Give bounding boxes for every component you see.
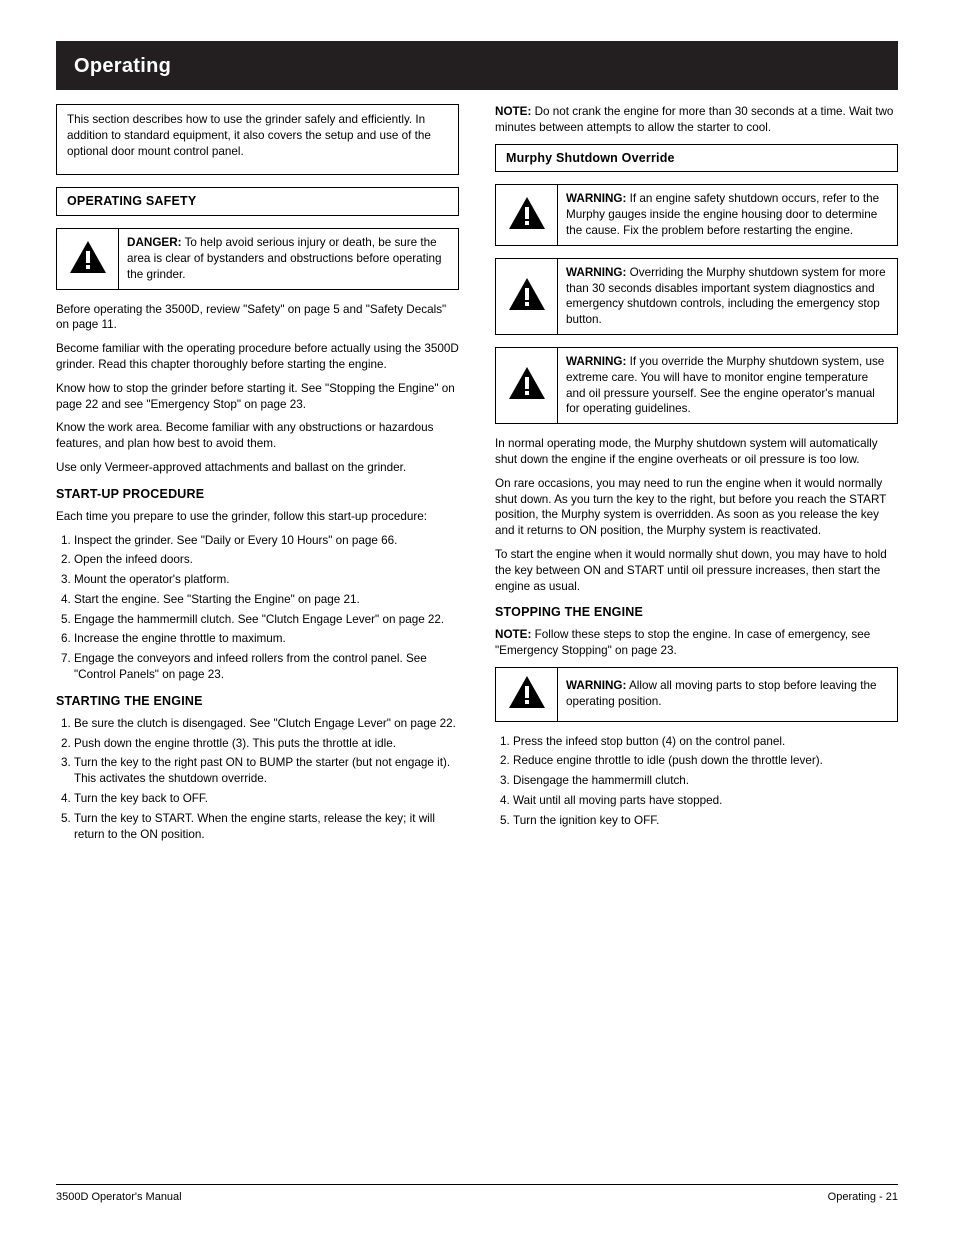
safety-p3: Know how to stop the grinder before star… bbox=[56, 381, 459, 413]
list-item: Inspect the grinder. See "Daily or Every… bbox=[74, 533, 459, 549]
safety-p1: Before operating the 3500D, review "Safe… bbox=[56, 302, 459, 334]
warning-keyword: WARNING: bbox=[566, 266, 626, 279]
list-item: Press the infeed stop button (4) on the … bbox=[513, 734, 898, 750]
warning-text-cell: WARNING: If you override the Murphy shut… bbox=[558, 348, 898, 424]
danger-text-cell: DANGER: To help avoid serious injury or … bbox=[119, 229, 459, 289]
right-column: NOTE: Do not crank the engine for more t… bbox=[495, 104, 898, 848]
warning-text-cell: WARNING: Allow all moving parts to stop … bbox=[558, 667, 898, 721]
list-item: Engage the hammermill clutch. See "Clutc… bbox=[74, 612, 459, 628]
alert-icon bbox=[507, 195, 547, 231]
warning-text-cell: WARNING: If an engine safety shutdown oc… bbox=[558, 185, 898, 245]
alert-icon-cell bbox=[496, 348, 558, 424]
section-banner: Operating bbox=[56, 41, 898, 90]
alert-icon-cell bbox=[496, 667, 558, 721]
operating-safety-title: OPERATING SAFETY bbox=[67, 194, 196, 208]
alert-icon-cell bbox=[496, 258, 558, 334]
list-item: Be sure the clutch is disengaged. See "C… bbox=[74, 716, 459, 732]
warning-callout-2: WARNING: Overriding the Murphy shutdown … bbox=[495, 258, 898, 335]
list-item: Reduce engine throttle to idle (push dow… bbox=[513, 753, 898, 769]
alert-icon-cell bbox=[496, 185, 558, 245]
safety-p4: Know the work area. Become familiar with… bbox=[56, 420, 459, 452]
startup-title: START-UP PROCEDURE bbox=[56, 486, 459, 503]
note-kw: NOTE: bbox=[495, 105, 531, 118]
safety-p2: Become familiar with the operating proce… bbox=[56, 341, 459, 373]
warning-keyword: WARNING: bbox=[566, 679, 626, 692]
safety-p5: Use only Vermeer-approved attachments an… bbox=[56, 460, 459, 476]
note-text: Follow these steps to stop the engine. I… bbox=[495, 628, 870, 657]
murphy-p1: In normal operating mode, the Murphy shu… bbox=[495, 436, 898, 468]
note-kw: NOTE: bbox=[495, 628, 531, 641]
list-item: Wait until all moving parts have stopped… bbox=[513, 793, 898, 809]
startup-steps: Inspect the grinder. See "Daily or Every… bbox=[74, 533, 459, 683]
list-item: Increase the engine throttle to maximum. bbox=[74, 631, 459, 647]
page-footer: 3500D Operator's Manual Operating - 21 bbox=[56, 1184, 898, 1205]
list-item: Open the infeed doors. bbox=[74, 552, 459, 568]
stop-steps: Press the infeed stop button (4) on the … bbox=[513, 734, 898, 829]
warning-keyword: WARNING: bbox=[566, 355, 626, 368]
list-item: Turn the ignition key to OFF. bbox=[513, 813, 898, 829]
list-item: Engage the conveyors and infeed rollers … bbox=[74, 651, 459, 683]
banner-title: Operating bbox=[74, 53, 880, 80]
list-item: Turn the key back to OFF. bbox=[74, 791, 459, 807]
startup-lead: Each time you prepare to use the grinder… bbox=[56, 509, 459, 525]
note-text: Do not crank the engine for more than 30… bbox=[495, 105, 893, 134]
list-item: Turn the key to the right past ON to BUM… bbox=[74, 755, 459, 787]
footer-left: 3500D Operator's Manual bbox=[56, 1190, 182, 1205]
left-column: This section describes how to use the gr… bbox=[56, 104, 459, 848]
operating-safety-heading: OPERATING SAFETY bbox=[56, 187, 459, 216]
murphy-title: Murphy Shutdown Override bbox=[506, 151, 675, 165]
danger-keyword: DANGER: bbox=[127, 236, 182, 249]
stop-title: STOPPING THE ENGINE bbox=[495, 604, 898, 621]
danger-callout: DANGER: To help avoid serious injury or … bbox=[56, 228, 459, 289]
alert-icon bbox=[68, 239, 108, 275]
note-1: NOTE: Do not crank the engine for more t… bbox=[495, 104, 898, 136]
list-item: Push down the engine throttle (3). This … bbox=[74, 736, 459, 752]
warning-callout-4: WARNING: Allow all moving parts to stop … bbox=[495, 667, 898, 722]
engine-title: STARTING THE ENGINE bbox=[56, 693, 459, 710]
note-2: NOTE: Follow these steps to stop the eng… bbox=[495, 627, 898, 659]
alert-icon bbox=[507, 276, 547, 312]
list-item: Turn the key to START. When the engine s… bbox=[74, 811, 459, 843]
warning-callout-1: WARNING: If an engine safety shutdown oc… bbox=[495, 184, 898, 245]
list-item: Mount the operator's platform. bbox=[74, 572, 459, 588]
intro-text: This section describes how to use the gr… bbox=[67, 112, 448, 159]
engine-steps: Be sure the clutch is disengaged. See "C… bbox=[74, 716, 459, 843]
murphy-heading: Murphy Shutdown Override bbox=[495, 144, 898, 173]
alert-icon bbox=[507, 674, 547, 710]
list-item: Disengage the hammermill clutch. bbox=[513, 773, 898, 789]
intro-box: This section describes how to use the gr… bbox=[56, 104, 459, 175]
murphy-p2: On rare occasions, you may need to run t… bbox=[495, 476, 898, 539]
footer-right: Operating - 21 bbox=[828, 1190, 898, 1205]
alert-icon bbox=[507, 365, 547, 401]
list-item: Start the engine. See "Starting the Engi… bbox=[74, 592, 459, 608]
alert-icon-cell bbox=[57, 229, 119, 289]
warning-text-cell: WARNING: Overriding the Murphy shutdown … bbox=[558, 258, 898, 334]
warning-callout-3: WARNING: If you override the Murphy shut… bbox=[495, 347, 898, 424]
murphy-p3: To start the engine when it would normal… bbox=[495, 547, 898, 594]
warning-keyword: WARNING: bbox=[566, 192, 626, 205]
